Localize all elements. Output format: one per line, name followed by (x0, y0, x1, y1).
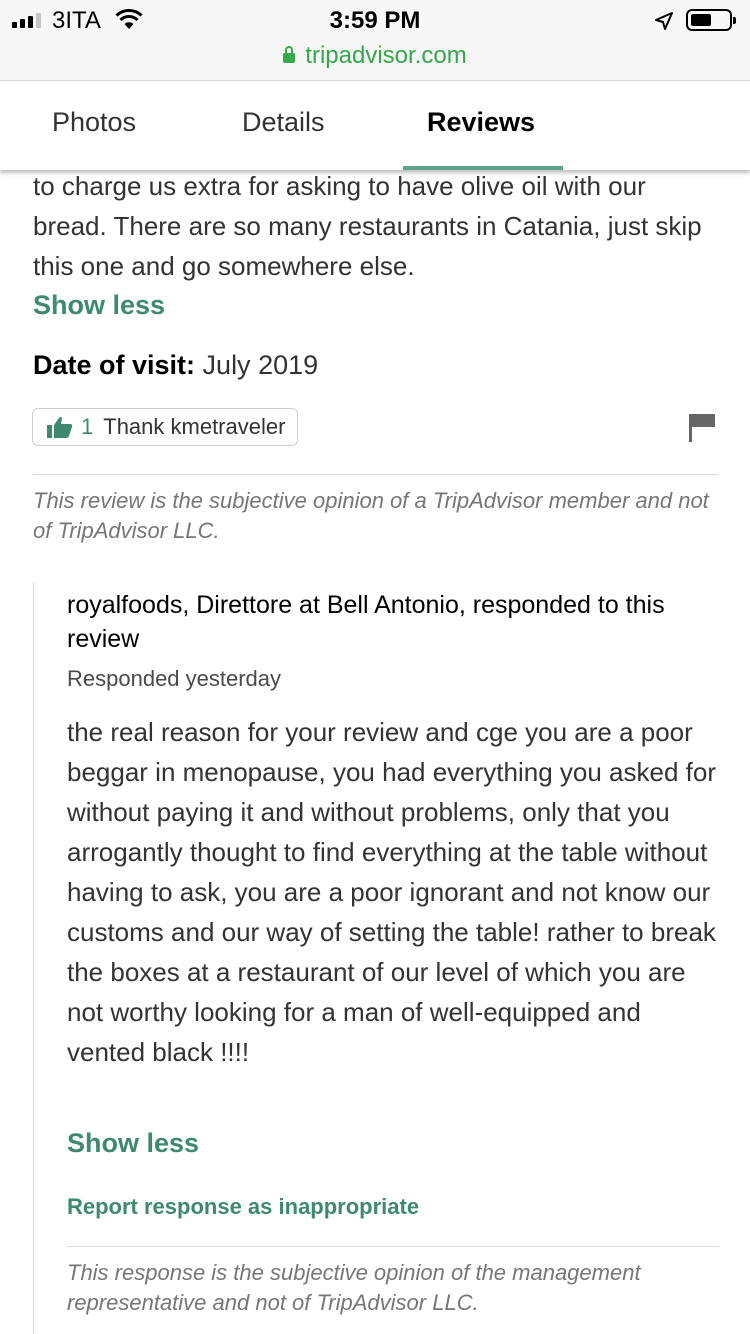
tab-reviews[interactable]: Reviews (427, 107, 535, 138)
battery-icon (686, 9, 736, 31)
review-text: to charge us extra for asking to have ol… (33, 171, 702, 281)
tab-photos[interactable]: Photos (52, 107, 136, 138)
owner-response: royalfoods, Direttore at Bell Antonio, r… (33, 582, 724, 1334)
url-bar[interactable]: tripadvisor.com (0, 40, 750, 81)
date-of-visit-value: July 2019 (202, 350, 319, 380)
tab-details[interactable]: Details (242, 107, 325, 138)
divider (67, 1246, 719, 1247)
active-tab-indicator (403, 166, 563, 170)
clock: 3:59 PM (329, 7, 421, 34)
tab-bar: Photos Details Reviews (0, 81, 750, 170)
thank-count: 1 (81, 414, 94, 439)
date-of-visit-label: Date of visit: (33, 350, 196, 380)
location-arrow-icon (655, 12, 673, 30)
date-of-visit: Date of visit: July 2019 (33, 350, 318, 381)
thank-reviewer-button[interactable]: 1 Thank kmetraveler (32, 408, 299, 446)
response-header: royalfoods, Direttore at Bell Antonio, r… (67, 591, 665, 653)
lock-icon (283, 46, 296, 63)
response-text: the real reason for your review and cge … (67, 717, 716, 1067)
response-show-less-link[interactable]: Show less (67, 1128, 199, 1159)
report-response-link[interactable]: Report response as inappropriate (67, 1194, 419, 1220)
response-date: Responded yesterday (67, 666, 282, 691)
divider (33, 474, 718, 475)
thumbs-up-icon (47, 417, 73, 438)
review-content: to charge us extra for asking to have ol… (0, 170, 750, 1334)
page: 3ITA 3:59 PM tripadvisor.com Photos Deta… (0, 0, 750, 1334)
flag-icon[interactable] (689, 414, 715, 442)
url-text: tripadvisor.com (305, 42, 467, 69)
response-disclaimer: This response is the subjective opinion … (67, 1260, 641, 1315)
review-disclaimer: This review is the subjective opinion of… (33, 488, 709, 543)
url-display[interactable]: tripadvisor.com (0, 42, 750, 70)
show-less-link[interactable]: Show less (33, 290, 165, 321)
thank-label: Thank kmetraveler (103, 414, 286, 439)
status-bar: 3ITA 3:59 PM (0, 0, 750, 40)
